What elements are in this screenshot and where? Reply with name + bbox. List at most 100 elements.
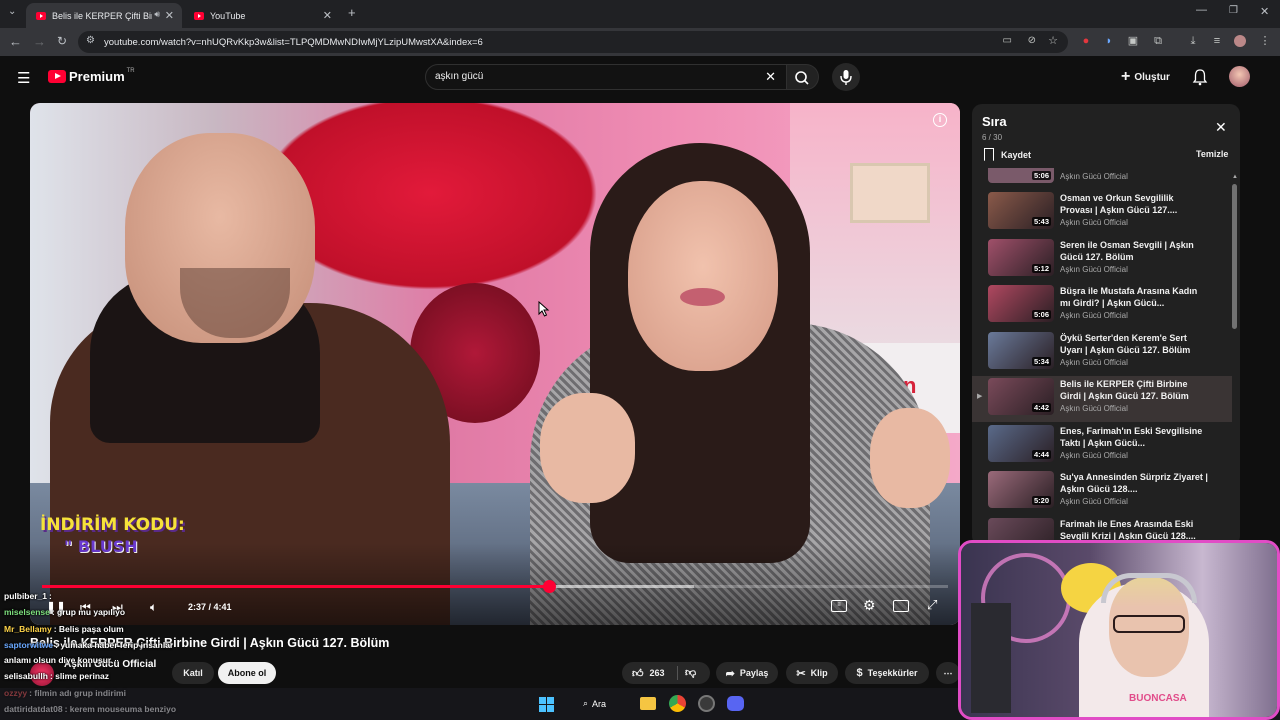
video-thumbnail: 5:12: [988, 238, 1054, 276]
video-player[interactable]: pten gele İNDİRİM KODU: " BLUSH i ❚❚ ⏮︎ …: [30, 103, 960, 625]
chat-message: selisabullh: slime perinaz: [4, 671, 109, 681]
file-explorer-icon[interactable]: [640, 697, 656, 710]
chat-text: slime perinaz: [55, 671, 109, 681]
queue-item[interactable]: 5:34 Öykü Serter'den Kerem'e Sert Uyarı |…: [972, 330, 1232, 376]
progress-bar[interactable]: [42, 580, 948, 593]
now-playing-icon: ▶: [977, 393, 983, 400]
youtube-favicon-icon: [194, 11, 204, 20]
video-thumbnail: 5:43: [988, 192, 1054, 229]
minimize-button[interactable]: —: [1196, 4, 1207, 16]
scroll-up-icon[interactable]: ▲: [1232, 174, 1238, 180]
youtube-play-icon: [48, 70, 66, 83]
new-tab-button[interactable]: +: [348, 5, 356, 20]
queue-item[interactable]: 5:20 Su'ya Annesinden Sürpriz Ziyaret | A…: [972, 469, 1232, 515]
tab-search-icon[interactable]: ⌄: [8, 6, 16, 17]
extensions-puzzle-icon[interactable]: ⧉: [1152, 35, 1164, 47]
chat-username: pulbiber_1: [4, 591, 47, 601]
save-label: Kaydet: [1001, 149, 1032, 160]
fullscreen-icon[interactable]: ⤢: [927, 597, 937, 613]
queue-item[interactable]: 5:43 Osman ve Orkun Sevgililik Provası | …: [972, 190, 1232, 236]
discord-icon[interactable]: [727, 696, 744, 711]
queue-scrollbar[interactable]: [1232, 184, 1237, 329]
scissors-icon: ✂: [796, 667, 806, 680]
like-count[interactable]: 263: [650, 668, 665, 678]
chat-message: miselsense: grup mu yapılıyo: [4, 607, 125, 617]
region-code: TR: [126, 67, 135, 74]
subscribe-button[interactable]: Abone ol: [218, 662, 276, 684]
tab-youtube[interactable]: YouTube ✕: [184, 3, 340, 28]
close-tab-icon[interactable]: ✕: [323, 9, 332, 22]
obs-icon[interactable]: [698, 695, 715, 712]
bookmark-star-icon[interactable]: ☆: [1048, 34, 1058, 47]
item-channel: Aşkın Gücü Official: [1060, 497, 1128, 506]
miniplayer-icon[interactable]: [893, 600, 909, 612]
extension-icon[interactable]: ●: [1080, 35, 1092, 47]
forward-icon[interactable]: →: [33, 34, 46, 49]
reload-icon[interactable]: ↻: [57, 34, 67, 48]
close-queue-icon[interactable]: ✕: [1215, 119, 1227, 136]
time-display: 2:37 / 4:41: [188, 602, 232, 612]
save-queue-button[interactable]: Kaydet: [984, 148, 1031, 161]
taskbar-search[interactable]: ⌕ Ara: [583, 698, 606, 709]
queue-list: 5:06 Aşkın Gücü Official 5:43 Osman ve Or…: [972, 168, 1232, 546]
clear-search-icon[interactable]: ✕: [765, 65, 776, 89]
address-bar[interactable]: ⚙ youtube.com/watch?v=nhUQRvKkp3w&list=T…: [78, 31, 1068, 53]
clip-button[interactable]: ✂ Klip: [786, 662, 838, 684]
youtube-header: ☰ Premium TR aşkın gücü ✕ + Oluştur: [0, 56, 1280, 100]
queue-item[interactable]: 5:06 Büşra ile Mustafa Arasına Kadın mı G…: [972, 283, 1232, 329]
back-icon[interactable]: ←: [9, 34, 22, 49]
cast-icon[interactable]: ▭: [1003, 35, 1012, 46]
chat-text: Belis paşa olum: [58, 624, 124, 634]
woman-lips: [680, 288, 725, 306]
settings-gear-icon[interactable]: ⚙: [863, 597, 876, 614]
site-info-icon[interactable]: ⚙: [86, 35, 95, 46]
menu-dots-icon[interactable]: ⋮: [1259, 35, 1271, 47]
volume-icon[interactable]: 🔈︎: [150, 600, 157, 615]
search-input[interactable]: aşkın gücü ✕: [425, 64, 787, 90]
chat-message: saptorwitwe: yumaka haber ferip insanlar: [4, 640, 173, 650]
tab-active[interactable]: Belis ile KERPER Çifti Birbine 🔊︎ ✕: [26, 3, 182, 28]
chat-separator: :: [48, 591, 52, 601]
queue-item[interactable]: 4:44 Enes, Farimah'ın Eski Sevgilisine Ta…: [972, 423, 1232, 469]
queue-item[interactable]: 5:12 Seren ile Osman Sevgili | Aşkın Gücü…: [972, 237, 1232, 283]
queue-item-now-playing[interactable]: ▶ 4:42 Belis ile KERPER Çifti Birbine Gird…: [972, 376, 1232, 422]
item-title: Farimah ile Enes Arasında Eski Sevgili K…: [1060, 518, 1196, 541]
eye-off-icon[interactable]: ⊘: [1028, 35, 1036, 46]
like-icon[interactable]: 👍︎: [632, 667, 644, 680]
close-window-button[interactable]: ✕: [1260, 5, 1269, 18]
chat-message: pulbiber_1:: [4, 591, 52, 601]
extension-icon[interactable]: ◗: [1103, 35, 1115, 47]
share-label: Paylaş: [739, 668, 769, 678]
more-actions-icon[interactable]: ⋯: [936, 662, 960, 684]
close-tab-icon[interactable]: ✕: [165, 9, 174, 22]
video-duration: 5:12: [1031, 263, 1051, 273]
share-button[interactable]: ➦ Paylaş: [716, 662, 778, 684]
create-button[interactable]: + Oluştur: [1121, 68, 1170, 86]
download-icon[interactable]: ⤓: [1187, 35, 1199, 47]
account-avatar[interactable]: [1229, 66, 1250, 87]
extension-icon[interactable]: ▣: [1127, 35, 1139, 47]
youtube-logo[interactable]: Premium TR: [48, 67, 135, 84]
chrome-icon[interactable]: [669, 695, 686, 712]
item-channel: Aşkın Gücü Official: [1060, 264, 1128, 274]
join-button[interactable]: Katıl: [172, 662, 214, 684]
queue-item[interactable]: 5:06 Aşkın Gücü Official: [972, 168, 1232, 190]
item-channel: Aşkın Gücü Official: [1060, 357, 1128, 367]
voice-search-button[interactable]: [832, 63, 860, 91]
media-control-icon[interactable]: ≡: [1211, 35, 1223, 47]
tab-audio-icon[interactable]: 🔊︎: [154, 9, 160, 20]
subtitles-icon[interactable]: ≡: [831, 600, 847, 612]
photo-frame: [850, 163, 930, 223]
clear-queue-button[interactable]: Temizle: [1196, 149, 1228, 159]
search-icon: ⌕: [583, 698, 589, 708]
profile-avatar[interactable]: [1234, 35, 1246, 47]
notifications-bell-icon[interactable]: [1192, 68, 1208, 91]
search-button[interactable]: [787, 64, 819, 90]
info-icon[interactable]: i: [933, 113, 947, 127]
thanks-button[interactable]: $ Teşekkürler: [845, 662, 929, 684]
maximize-button[interactable]: ❐: [1229, 5, 1238, 16]
video-duration: 5:43: [1031, 217, 1051, 226]
hamburger-menu-icon[interactable]: ☰: [17, 69, 30, 87]
windows-start-icon[interactable]: [539, 697, 554, 712]
dislike-icon[interactable]: 👎︎: [685, 666, 696, 679]
